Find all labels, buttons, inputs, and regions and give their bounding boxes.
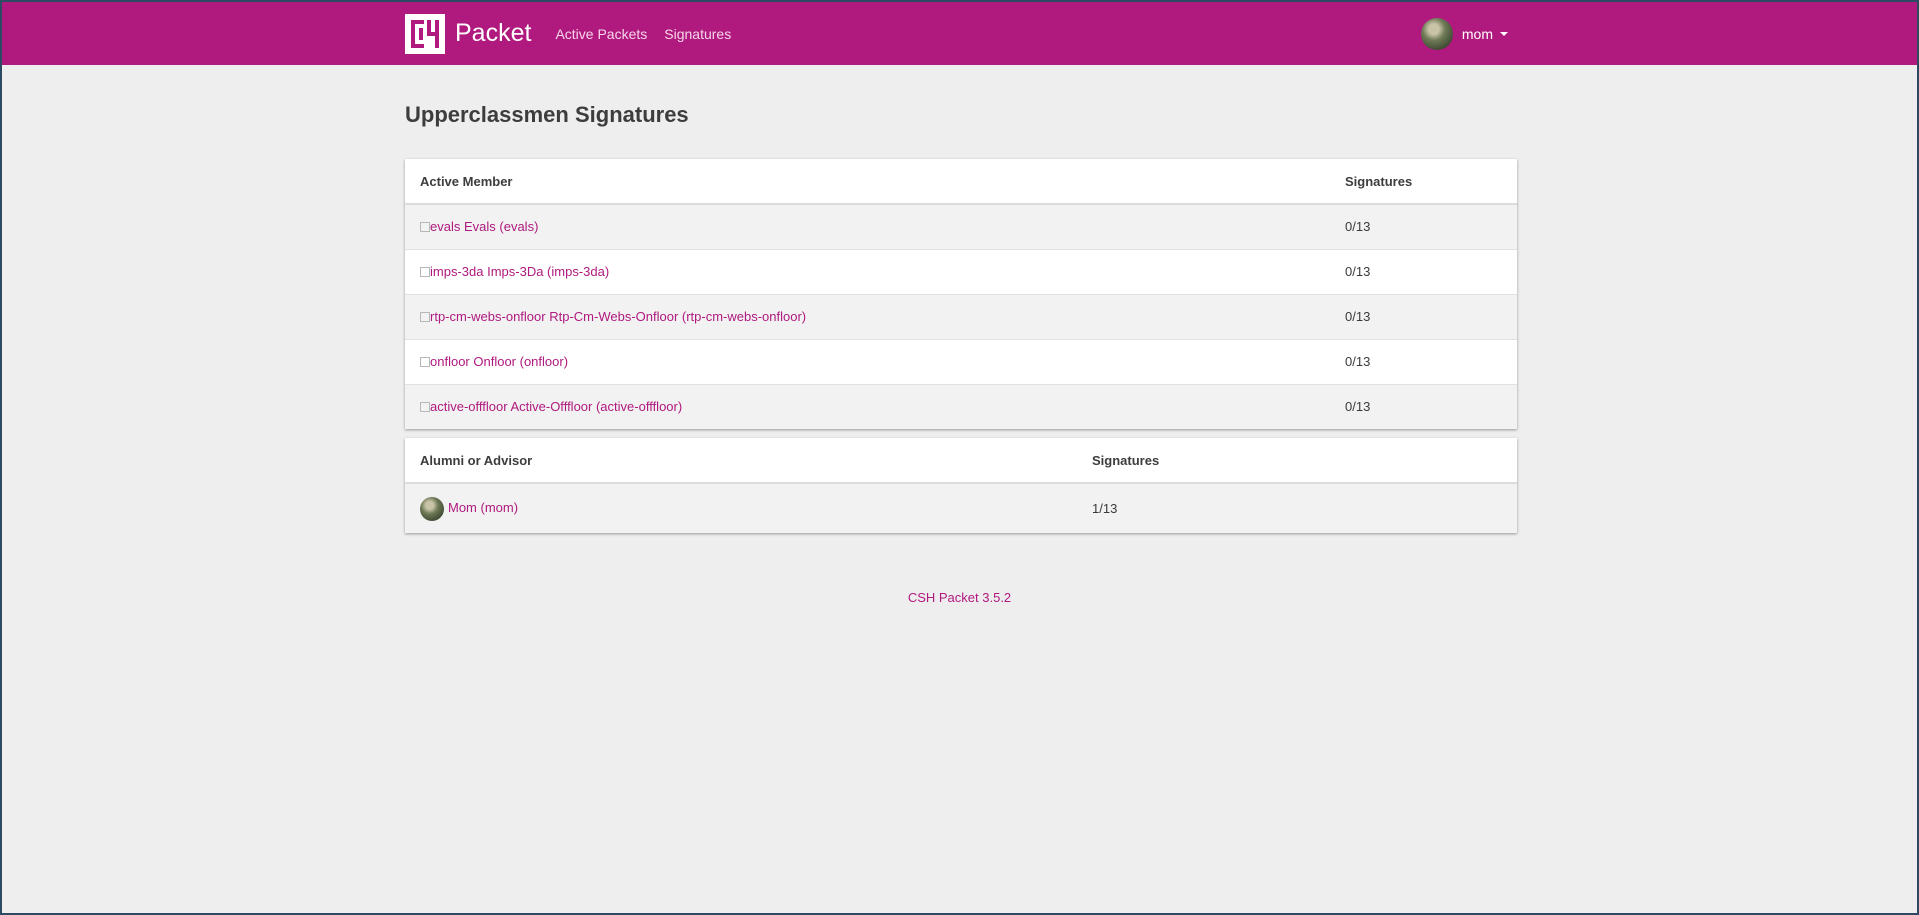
table-row: rtp-cm-webs-onfloor Rtp-Cm-Webs-Onfloor …	[405, 293, 1517, 339]
alumni-table: Alumni or Advisor Signatures Mom (mom) 1…	[405, 438, 1517, 533]
user-avatar	[1420, 17, 1453, 50]
member-name: Evals (evals)	[463, 219, 539, 235]
member-link[interactable]: Mom (mom)	[420, 496, 519, 521]
column-header-signatures: Signatures	[1077, 438, 1517, 484]
page-title: Upperclassmen Signatures	[405, 102, 689, 127]
broken-image-icon	[420, 357, 430, 367]
chevron-down-icon	[1500, 32, 1508, 36]
member-link[interactable]: onfloor Onfloor (onfloor)	[420, 354, 568, 369]
member-name: Mom (mom)	[448, 499, 519, 515]
footer-version-link[interactable]: CSH Packet 3.5.2	[908, 590, 1011, 605]
image-alt-text: imps-3da	[430, 264, 484, 279]
member-name: Imps-3Da (imps-3da)	[487, 264, 610, 279]
broken-image-icon	[420, 312, 430, 322]
image-alt-text: rtp-cm-webs-onfloor	[430, 309, 546, 324]
table-row: Mom (mom) 1/13	[405, 482, 1517, 533]
image-alt-text: evals	[430, 219, 461, 235]
member-link[interactable]: evals Evals (evals)	[420, 219, 538, 234]
image-alt-text: onfloor	[430, 354, 470, 369]
signature-count: 0/13	[1330, 203, 1517, 249]
navbar-container: Packet Active Packets Signatures mom	[405, 2, 1517, 65]
table-row: active-offfloor Active-Offfloor (active-…	[405, 383, 1517, 429]
member-name: Onfloor (onfloor)	[473, 354, 569, 369]
footer: CSH Packet 3.5.2	[2, 590, 1917, 605]
avatar	[420, 496, 444, 521]
column-header-signatures: Signatures	[1330, 159, 1517, 205]
active-members-table: Active Member Signatures evals Evals (ev…	[405, 159, 1517, 429]
signature-count: 1/13	[1077, 482, 1517, 533]
table-row: onfloor Onfloor (onfloor) 0/13	[405, 338, 1517, 384]
table-row: imps-3da Imps-3Da (imps-3da) 0/13	[405, 248, 1517, 294]
alumni-card: Alumni or Advisor Signatures Mom (mom) 1…	[405, 438, 1517, 533]
nav-link-active-packets[interactable]: Active Packets	[555, 26, 647, 42]
signature-count: 0/13	[1330, 338, 1517, 384]
broken-image-icon	[420, 402, 430, 413]
broken-image-icon	[420, 222, 430, 233]
image-alt-text: active-offfloor	[430, 399, 508, 415]
signature-count: 0/13	[1330, 383, 1517, 429]
member-link[interactable]: active-offfloor Active-Offfloor (active-…	[420, 399, 682, 414]
broken-image-icon	[420, 267, 430, 277]
signature-count: 0/13	[1330, 293, 1517, 339]
table-row: evals Evals (evals) 0/13	[405, 203, 1517, 249]
column-header-alumni-or-advisor: Alumni or Advisor	[405, 438, 1077, 484]
member-link[interactable]: imps-3da Imps-3Da (imps-3da)	[420, 264, 609, 279]
member-name: Active-Offfloor (active-offfloor)	[510, 399, 683, 415]
top-navbar: Packet Active Packets Signatures mom	[2, 2, 1917, 65]
column-header-active-member: Active Member	[405, 159, 1330, 205]
csh-logo-icon[interactable]	[405, 13, 445, 54]
member-link[interactable]: rtp-cm-webs-onfloor Rtp-Cm-Webs-Onfloor …	[420, 309, 806, 324]
signature-count: 0/13	[1330, 248, 1517, 294]
brand-title[interactable]: Packet	[455, 19, 531, 48]
user-name: mom	[1461, 25, 1493, 42]
member-name: Rtp-Cm-Webs-Onfloor (rtp-cm-webs-onfloor…	[549, 309, 807, 324]
user-menu-toggle[interactable]: mom	[1420, 17, 1508, 50]
active-members-card: Active Member Signatures evals Evals (ev…	[405, 159, 1517, 429]
nav-link-signatures[interactable]: Signatures	[664, 26, 731, 42]
